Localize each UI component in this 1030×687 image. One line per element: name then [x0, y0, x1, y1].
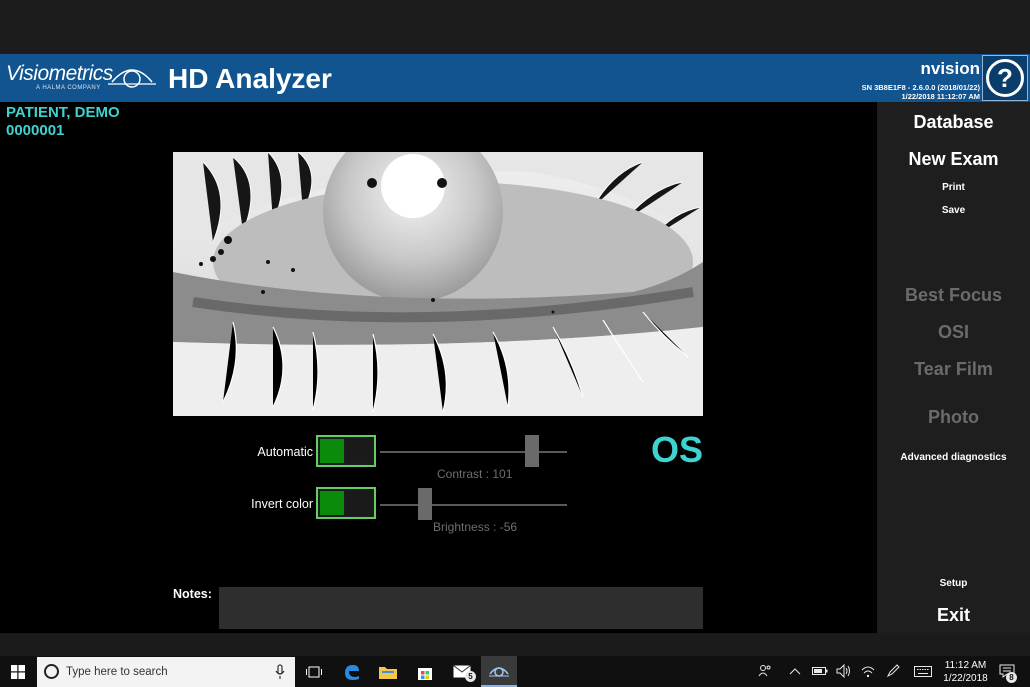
eye-image[interactable]: [173, 152, 703, 416]
store-icon[interactable]: [407, 656, 443, 687]
logo-eye-icon: [108, 69, 156, 88]
start-button[interactable]: [0, 656, 36, 687]
save-button[interactable]: Save: [877, 205, 1030, 216]
notes-field[interactable]: [219, 587, 703, 629]
photo-button[interactable]: Photo: [877, 407, 1030, 428]
toggle-off-segment: [346, 491, 372, 515]
brightness-slider-thumb[interactable]: [418, 488, 432, 520]
mail-badge: 5: [465, 671, 476, 682]
hd-analyzer-taskbar-icon[interactable]: [481, 656, 517, 687]
patient-id: 0000001: [6, 122, 65, 139]
notification-badge: 8: [1006, 672, 1017, 683]
clock-date: 1/22/2018: [943, 673, 988, 684]
pen-icon[interactable]: [886, 664, 900, 678]
people-icon[interactable]: [758, 664, 772, 678]
invert-color-label: Invert color: [251, 497, 313, 511]
app-header: Visiometrics A HALMA COMPANY HD Analyzer…: [0, 54, 1030, 102]
help-button[interactable]: ?: [982, 55, 1028, 101]
wifi-icon[interactable]: [861, 664, 875, 678]
help-icon: ?: [986, 59, 1024, 97]
side-menu: Database New Exam Print Save Best Focus …: [877, 102, 1030, 633]
patient-info: PATIENT, DEMO 0000001: [6, 104, 120, 140]
edge-browser-icon[interactable]: [334, 656, 370, 687]
chevron-up-icon[interactable]: [789, 667, 801, 675]
visiometrics-logo: Visiometrics A HALMA COMPANY: [6, 62, 113, 91]
advanced-diagnostics-button[interactable]: Advanced diagnostics: [877, 452, 1030, 463]
hd-analyzer-window: Visiometrics A HALMA COMPANY HD Analyzer…: [0, 54, 1030, 633]
logo-subtext: A HALMA COMPANY: [36, 85, 101, 91]
top-blank-bar: [0, 0, 1030, 54]
notes-label: Notes:: [173, 587, 212, 601]
version-timestamp: 1/22/2018 11:12:07 AM: [901, 92, 980, 101]
volume-icon[interactable]: [836, 664, 852, 678]
cortana-icon: [44, 664, 59, 679]
database-button[interactable]: Database: [877, 112, 1030, 133]
keyboard-icon[interactable]: [914, 666, 932, 677]
new-exam-button[interactable]: New Exam: [877, 149, 1030, 170]
brand-name: nvision: [920, 59, 980, 78]
patient-name: PATIENT, DEMO: [6, 104, 120, 121]
brightness-caption: Brightness : -56: [433, 520, 518, 534]
toggle-on-segment: [320, 439, 344, 463]
battery-icon[interactable]: [812, 666, 828, 676]
toggle-on-segment: [320, 491, 344, 515]
task-view-icon[interactable]: [296, 656, 332, 687]
screen: Visiometrics A HALMA COMPANY HD Analyzer…: [0, 0, 1030, 687]
windows-logo-icon: [11, 664, 25, 679]
brightness-slider-track[interactable]: [380, 504, 567, 506]
osi-button[interactable]: OSI: [877, 322, 1030, 343]
best-focus-button[interactable]: Best Focus: [877, 285, 1030, 306]
logo-text: Visiometrics: [6, 62, 113, 85]
microphone-icon[interactable]: [275, 664, 285, 680]
eye-picture: [173, 152, 703, 416]
version-info: SN 3B8E1F8 - 2.6.0.0 (2018/01/22) 1/22/2…: [862, 83, 980, 101]
search-placeholder: Type here to search: [66, 666, 168, 678]
invert-color-toggle[interactable]: [316, 487, 376, 519]
taskbar-search-box[interactable]: Type here to search: [37, 657, 295, 687]
tear-film-button[interactable]: Tear Film: [877, 359, 1030, 380]
toggle-off-segment: [346, 439, 372, 463]
app-title: HD Analyzer: [168, 63, 332, 94]
setup-button[interactable]: Setup: [877, 578, 1030, 589]
automatic-toggle[interactable]: [316, 435, 376, 467]
contrast-slider-thumb[interactable]: [525, 435, 539, 467]
clock-time: 11:12 AM: [944, 660, 987, 671]
contrast-caption: Contrast : 101: [437, 467, 513, 481]
automatic-label: Automatic: [257, 445, 313, 459]
eye-side-indicator: OS: [651, 429, 704, 470]
exit-button[interactable]: Exit: [877, 605, 1030, 626]
print-button[interactable]: Print: [877, 182, 1030, 193]
version-serial: SN 3B8E1F8 - 2.6.0.0 (2018/01/22): [861, 83, 980, 92]
windows-taskbar: Type here to search 5 11:12 AM 1/22/2018…: [0, 656, 1030, 687]
file-explorer-icon[interactable]: [370, 656, 406, 687]
taskbar-clock[interactable]: 11:12 AM 1/22/2018: [938, 659, 993, 685]
mail-icon[interactable]: 5: [444, 656, 480, 687]
